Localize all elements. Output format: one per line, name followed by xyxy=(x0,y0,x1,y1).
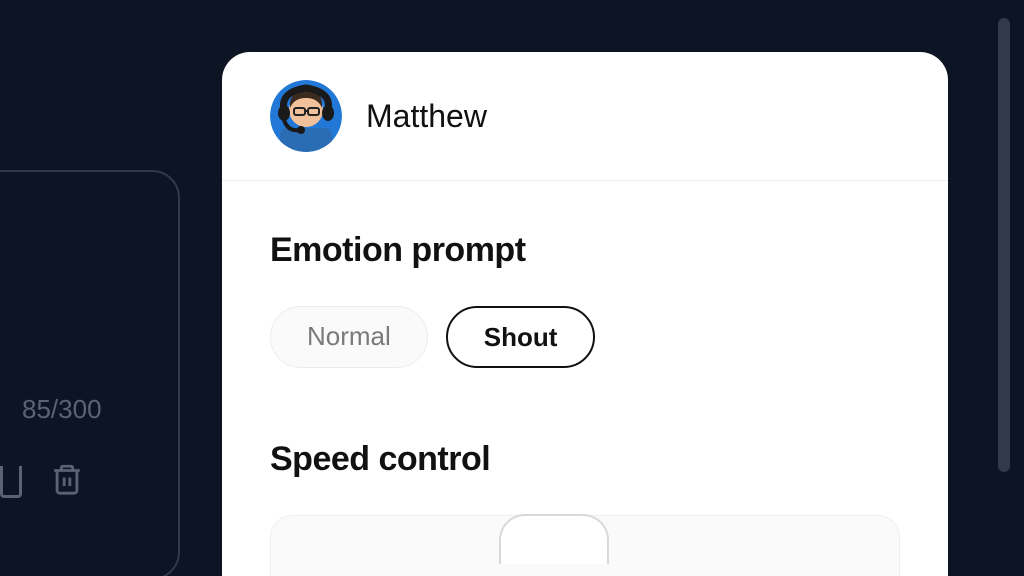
character-counter: 85/300 xyxy=(22,394,102,425)
emotion-options: Normal Shout xyxy=(270,306,900,368)
emotion-option-normal[interactable]: Normal xyxy=(270,306,428,368)
emotion-prompt-title: Emotion prompt xyxy=(270,231,900,270)
trash-icon[interactable] xyxy=(50,462,84,501)
panel-body: Emotion prompt Normal Shout Speed contro… xyxy=(222,181,948,576)
background-text-card: o the 85/300 xyxy=(0,170,180,576)
panel-header: Matthew xyxy=(222,52,948,181)
speed-control-knob[interactable] xyxy=(499,514,609,564)
background-partial-text: o the xyxy=(0,202,148,251)
avatar[interactable] xyxy=(270,80,342,152)
scrollbar[interactable] xyxy=(998,18,1010,472)
partial-icon xyxy=(0,466,22,498)
voice-settings-panel: Matthew Emotion prompt Normal Shout Spee… xyxy=(222,52,948,576)
speed-control-container xyxy=(270,515,900,576)
emotion-option-shout[interactable]: Shout xyxy=(446,306,596,368)
speed-control-title: Speed control xyxy=(270,440,900,479)
background-icon-row xyxy=(0,462,84,501)
voice-name: Matthew xyxy=(366,98,487,135)
